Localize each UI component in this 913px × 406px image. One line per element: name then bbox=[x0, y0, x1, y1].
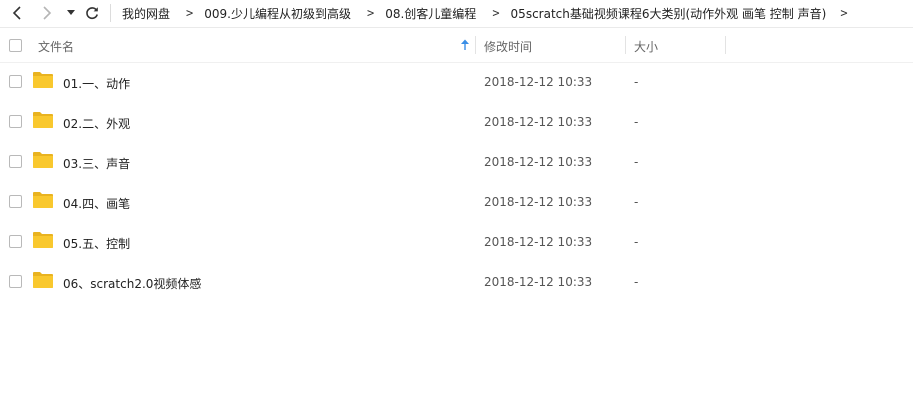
toolbar-divider bbox=[110, 4, 111, 22]
select-all-checkbox[interactable] bbox=[9, 39, 22, 52]
breadcrumb: 我的网盘 > 009.少儿编程从初级到高级 > 08.创客儿童编程 > 05sc… bbox=[122, 0, 848, 26]
folder-icon bbox=[33, 112, 53, 128]
column-header-size[interactable]: 大小 bbox=[634, 38, 658, 55]
breadcrumb-item-level1[interactable]: 009.少儿编程从初级到高级 bbox=[204, 5, 351, 22]
chevron-right-icon bbox=[43, 6, 52, 20]
file-modified-time: 2018-12-12 10:33 bbox=[484, 195, 593, 209]
row-checkbox[interactable] bbox=[9, 195, 22, 208]
file-size: - bbox=[634, 275, 639, 289]
file-name[interactable]: 03.三、声音 bbox=[63, 155, 130, 172]
file-list-header: 文件名 修改时间 大小 bbox=[0, 28, 913, 63]
file-row[interactable]: 04.四、画笔 2018-12-12 10:33 - bbox=[0, 182, 913, 222]
file-row[interactable]: 06、scratch2.0视频体感 2018-12-12 10:33 - bbox=[0, 262, 913, 302]
file-name[interactable]: 05.五、控制 bbox=[63, 235, 130, 252]
file-name[interactable]: 02.二、外观 bbox=[63, 115, 130, 132]
column-divider[interactable] bbox=[625, 36, 626, 54]
row-checkbox[interactable] bbox=[9, 75, 22, 88]
sort-up-arrow-icon[interactable] bbox=[460, 39, 470, 51]
row-checkbox[interactable] bbox=[9, 155, 22, 168]
breadcrumb-item-level2[interactable]: 08.创客儿童编程 bbox=[385, 5, 476, 22]
file-name[interactable]: 01.一、动作 bbox=[63, 75, 130, 92]
file-row[interactable]: 03.三、声音 2018-12-12 10:33 - bbox=[0, 142, 913, 182]
refresh-button[interactable] bbox=[82, 2, 102, 24]
file-size: - bbox=[634, 235, 639, 249]
folder-icon bbox=[33, 72, 53, 88]
file-size: - bbox=[634, 195, 639, 209]
breadcrumb-separator: > bbox=[366, 6, 375, 20]
column-divider[interactable] bbox=[725, 36, 726, 54]
file-size: - bbox=[634, 75, 639, 89]
file-name[interactable]: 06、scratch2.0视频体感 bbox=[63, 275, 201, 292]
file-row[interactable]: 01.一、动作 2018-12-12 10:33 - bbox=[0, 62, 913, 102]
breadcrumb-separator: > bbox=[492, 6, 500, 20]
navigation-bar: 我的网盘 > 009.少儿编程从初级到高级 > 08.创客儿童编程 > 05sc… bbox=[0, 0, 913, 28]
folder-icon bbox=[33, 272, 53, 288]
row-checkbox[interactable] bbox=[9, 115, 22, 128]
breadcrumb-separator: > bbox=[186, 6, 194, 20]
row-checkbox[interactable] bbox=[9, 235, 22, 248]
column-header-modified[interactable]: 修改时间 bbox=[484, 38, 532, 55]
breadcrumb-item-current[interactable]: 05scratch基础视频课程6大类别(动作外观 画笔 控制 声音) bbox=[511, 5, 827, 22]
breadcrumb-separator: > bbox=[840, 6, 848, 20]
breadcrumb-item-root[interactable]: 我的网盘 bbox=[122, 5, 170, 22]
file-size: - bbox=[634, 155, 639, 169]
file-modified-time: 2018-12-12 10:33 bbox=[484, 235, 593, 249]
back-button[interactable] bbox=[6, 2, 28, 24]
file-modified-time: 2018-12-12 10:33 bbox=[484, 75, 593, 89]
file-modified-time: 2018-12-12 10:33 bbox=[484, 115, 593, 129]
row-checkbox[interactable] bbox=[9, 275, 22, 288]
file-modified-time: 2018-12-12 10:33 bbox=[484, 155, 593, 169]
folder-icon bbox=[33, 152, 53, 168]
column-header-name[interactable]: 文件名 bbox=[38, 38, 74, 55]
forward-button[interactable] bbox=[36, 2, 58, 24]
file-row[interactable]: 02.二、外观 2018-12-12 10:33 - bbox=[0, 102, 913, 142]
file-size: - bbox=[634, 115, 639, 129]
folder-icon bbox=[33, 232, 53, 248]
folder-icon bbox=[33, 192, 53, 208]
history-dropdown-button[interactable] bbox=[64, 2, 78, 24]
chevron-left-icon bbox=[12, 6, 21, 20]
caret-down-icon bbox=[67, 10, 75, 15]
file-row[interactable]: 05.五、控制 2018-12-12 10:33 - bbox=[0, 222, 913, 262]
file-name[interactable]: 04.四、画笔 bbox=[63, 195, 130, 212]
refresh-icon bbox=[86, 7, 98, 20]
file-modified-time: 2018-12-12 10:33 bbox=[484, 275, 593, 289]
column-divider[interactable] bbox=[475, 36, 476, 54]
